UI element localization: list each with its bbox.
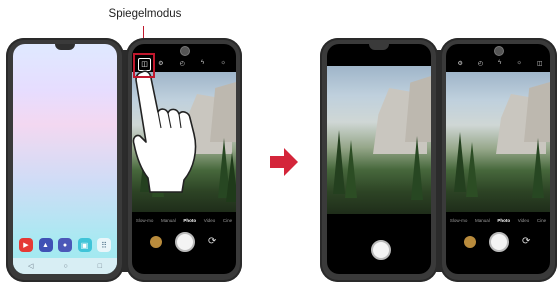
mirrored-viewfinder xyxy=(327,66,431,214)
settings-icon[interactable]: ⚙ xyxy=(458,60,463,67)
hdr-icon[interactable]: ☼ xyxy=(220,60,226,66)
front-camera-icon xyxy=(180,46,190,56)
app-dock: ▶ ▲ ● ▣ ⠿ xyxy=(19,236,111,254)
camera-screen-after: ⚙ ◴ ϟ ☼ ◫ Slow-mo Manual Photo Video Cin… xyxy=(446,44,550,274)
dual-screen-icon[interactable]: ▣ xyxy=(77,238,92,252)
home-screen: ▶ ▲ ● ▣ ⠿ ◁ ○ □ xyxy=(13,44,117,274)
camera-top-bar: ⚙ ◴ ϟ ☼ xyxy=(150,58,234,68)
tap-hand-icon xyxy=(132,70,197,193)
navigation-bar: ◁ ○ □ xyxy=(13,258,117,274)
back-icon[interactable]: ◁ xyxy=(28,262,33,270)
gallery-thumbnail-after[interactable] xyxy=(464,236,476,248)
home-button-icon[interactable]: ○ xyxy=(63,263,67,270)
recents-icon[interactable]: □ xyxy=(98,263,102,270)
switch-camera-icon-after[interactable]: ⟳ xyxy=(522,236,530,247)
youtube-icon[interactable]: ▶ xyxy=(19,238,33,252)
screen-notch-after xyxy=(369,44,389,50)
screen-notch xyxy=(55,44,75,50)
hdr-icon[interactable]: ☼ xyxy=(516,60,522,66)
game-icon[interactable]: ● xyxy=(58,238,72,252)
mirror-shutter-button[interactable] xyxy=(371,240,391,260)
next-step-arrow-icon xyxy=(270,148,298,176)
mode-video[interactable]: Video xyxy=(518,218,529,223)
settings-icon[interactable]: ⚙ xyxy=(158,60,163,67)
timer-icon[interactable]: ◴ xyxy=(478,60,483,67)
camera-top-bar-after: ⚙ ◴ ϟ ☼ ◫ xyxy=(450,58,550,68)
shutter-button-after[interactable] xyxy=(489,232,509,252)
mode-photo[interactable]: Photo xyxy=(183,218,196,223)
mode-photo[interactable]: Photo xyxy=(497,218,510,223)
mode-cine[interactable]: Cine xyxy=(223,218,232,223)
flash-icon[interactable]: ϟ xyxy=(201,60,204,66)
gallery-icon[interactable]: ▲ xyxy=(38,238,53,252)
mode-slow-mo[interactable]: Slow-mo xyxy=(450,218,468,223)
mode-video[interactable]: Video xyxy=(204,218,215,223)
mode-manual[interactable]: Manual xyxy=(161,218,176,223)
mode-cine[interactable]: Cine xyxy=(537,218,546,223)
switch-camera-icon[interactable]: ⟳ xyxy=(208,236,216,247)
timer-icon[interactable]: ◴ xyxy=(180,60,185,67)
camera-mode-selector-after[interactable]: Slow-mo Manual Photo Video Cine xyxy=(446,216,550,224)
apps-icon[interactable]: ⠿ xyxy=(97,238,111,252)
shutter-button[interactable] xyxy=(175,232,195,252)
camera-viewfinder-after xyxy=(446,72,550,212)
flash-icon[interactable]: ϟ xyxy=(498,60,501,66)
mode-slow-mo[interactable]: Slow-mo xyxy=(136,218,154,223)
gallery-thumbnail[interactable] xyxy=(150,236,162,248)
front-camera-icon-after xyxy=(494,46,504,56)
mirror-mode-icon[interactable]: ◫ xyxy=(537,60,543,67)
mode-manual[interactable]: Manual xyxy=(475,218,490,223)
mirror-mode-highlight xyxy=(133,53,155,78)
callout-label: Spiegelmodus xyxy=(108,8,182,20)
camera-mode-selector[interactable]: Slow-mo Manual Photo Video Cine xyxy=(132,216,236,224)
mirror-preview-screen xyxy=(327,44,431,274)
